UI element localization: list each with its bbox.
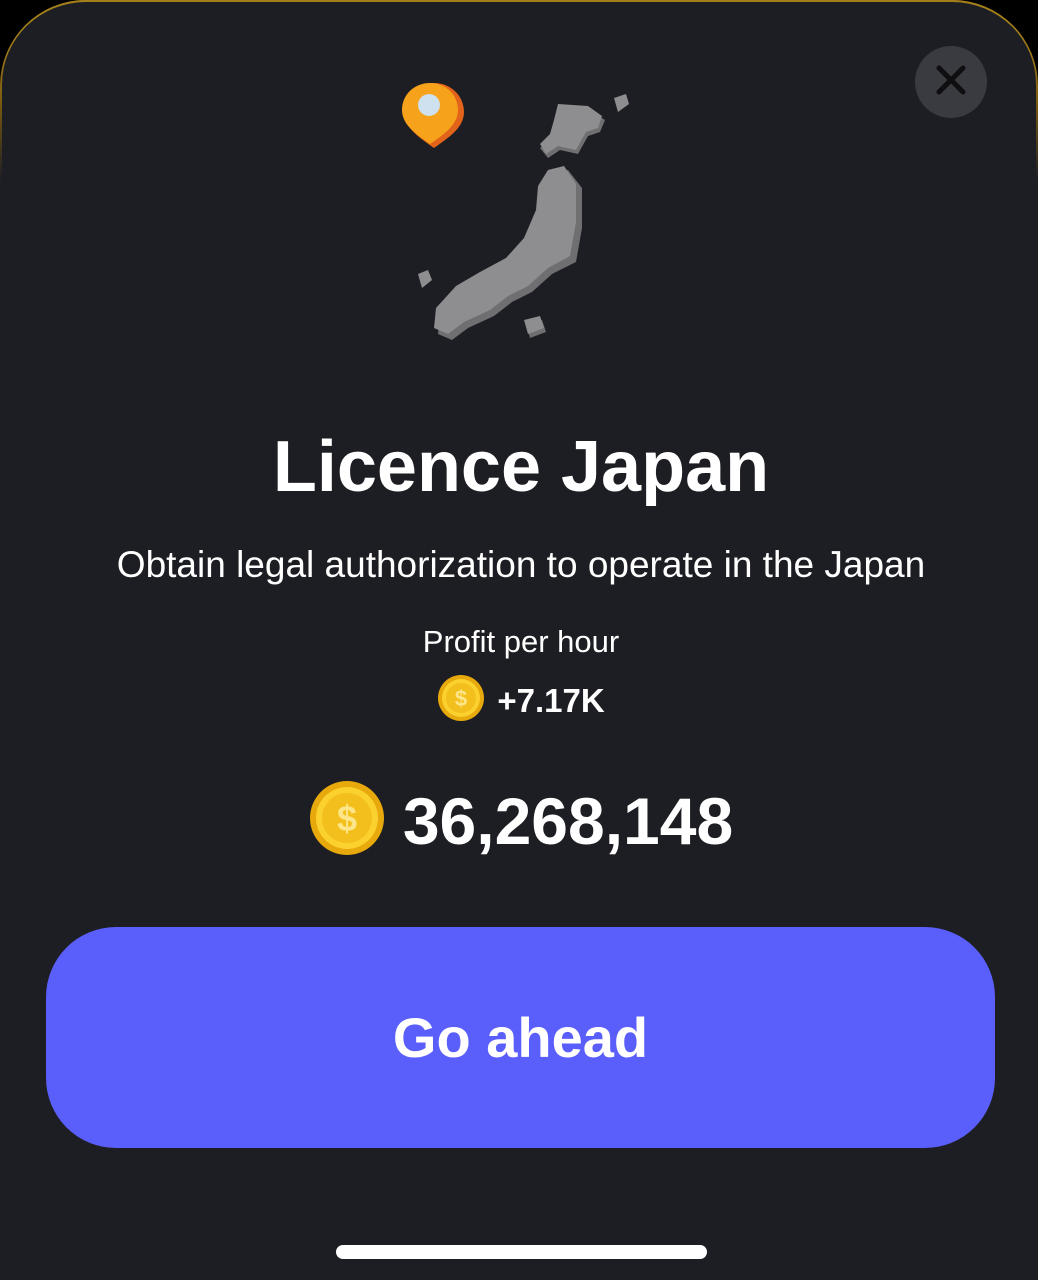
profit-value: +7.17K (497, 681, 605, 719)
close-icon (934, 63, 968, 102)
go-ahead-button[interactable]: Go ahead (46, 927, 995, 1148)
page-title: Licence Japan (272, 427, 770, 507)
svg-text:$: $ (337, 798, 357, 839)
close-button[interactable] (915, 46, 987, 118)
screen: Licence Japan Obtain legal authorization… (0, 0, 1038, 1280)
location-pin-icon (402, 83, 464, 148)
home-indicator (336, 1245, 707, 1259)
cost-row: $ 36,268,148 (2, 780, 1038, 861)
japan-map-icon (400, 78, 640, 358)
description: Obtain legal authorization to operate in… (116, 544, 926, 585)
coin-icon: $ (309, 780, 385, 861)
profit-row: $ +7.17K (2, 674, 1038, 727)
bottom-sheet: Licence Japan Obtain legal authorization… (2, 0, 1036, 1280)
cost-value: 36,268,148 (402, 783, 734, 858)
svg-text:$: $ (455, 686, 467, 711)
coin-icon: $ (437, 674, 485, 727)
profit-label: Profit per hour (422, 624, 620, 659)
